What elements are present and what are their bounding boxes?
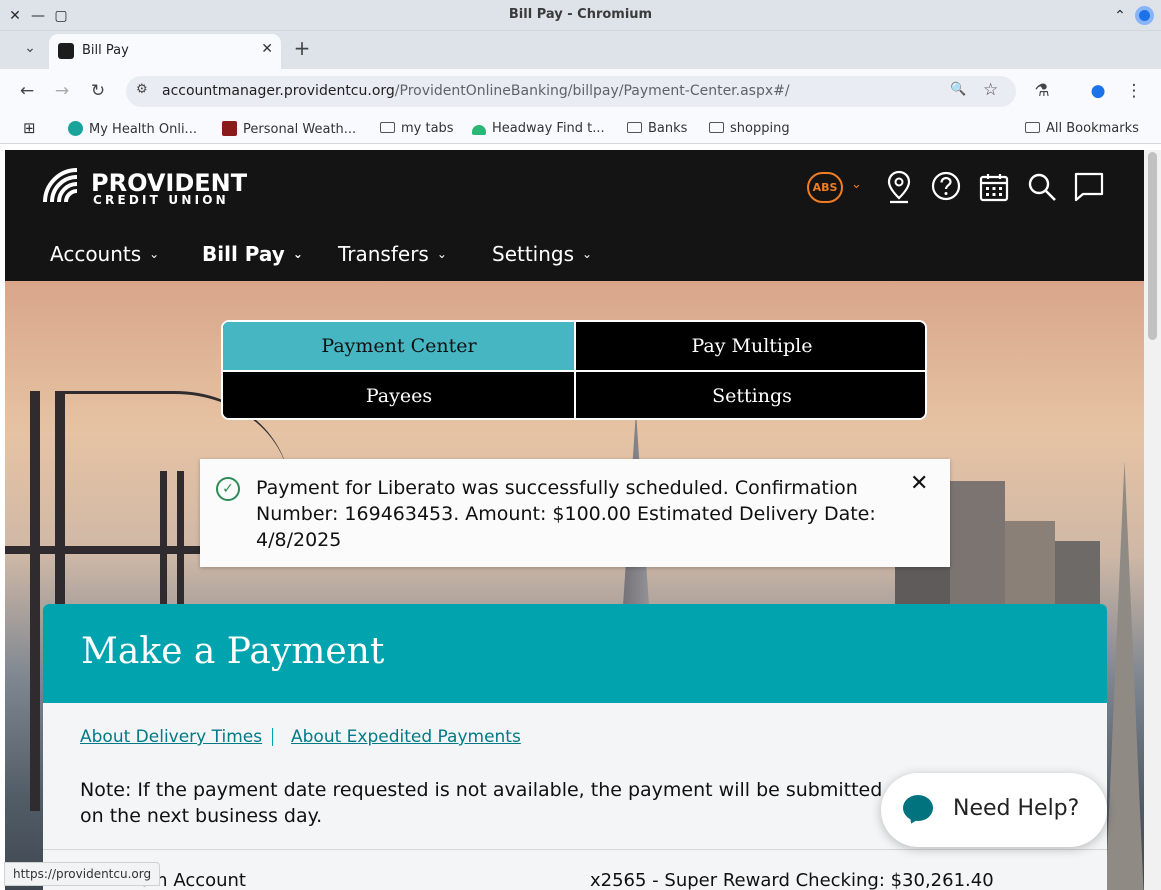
link-divider bbox=[272, 728, 273, 746]
headway-icon bbox=[472, 125, 486, 135]
all-bookmarks-label: All Bookmarks bbox=[1046, 121, 1139, 136]
folder-icon bbox=[709, 122, 724, 133]
skyline-pyramid bbox=[1105, 461, 1144, 890]
url-text[interactable]: accountmanager.providentcu.org/Provident… bbox=[162, 83, 790, 99]
user-initials-badge[interactable]: ABS bbox=[807, 172, 843, 203]
tab-payment-center[interactable]: Payment Center bbox=[223, 322, 575, 371]
site-info-icon[interactable]: ⚙ bbox=[136, 82, 148, 97]
back-icon[interactable]: ← bbox=[16, 80, 38, 102]
bookmark-headway[interactable]: Headway Find t... bbox=[472, 121, 605, 136]
card-divider bbox=[43, 849, 1107, 850]
browser-toolbar: ← → ↻ ⚙ accountmanager.providentcu.org/P… bbox=[0, 69, 1161, 114]
tab-list-icon[interactable]: ⌄ bbox=[19, 37, 41, 59]
site-header: PROVIDENT CREDIT UNION ABS ⌄ Accounts ⌄ … bbox=[5, 150, 1144, 281]
bookmark-my-health[interactable]: My Health Onli... bbox=[68, 121, 197, 137]
weather-icon bbox=[222, 121, 237, 136]
chat-message-icon[interactable] bbox=[1073, 171, 1105, 203]
bookmark-label: Banks bbox=[648, 121, 688, 136]
tab-close-icon[interactable]: ✕ bbox=[261, 41, 273, 57]
tab-title: Bill Pay bbox=[82, 43, 129, 58]
help-question-icon[interactable] bbox=[931, 171, 961, 201]
nav-label: Accounts bbox=[50, 242, 142, 266]
chevron-down-icon: ⌄ bbox=[436, 247, 447, 261]
chromium-logo-icon bbox=[1135, 6, 1154, 25]
address-bar[interactable]: ⚙ accountmanager.providentcu.org/Provide… bbox=[126, 76, 1016, 107]
provident-rainbow-icon bbox=[43, 168, 78, 203]
search-icon[interactable] bbox=[1027, 172, 1057, 202]
bridge-tower bbox=[30, 391, 40, 811]
card-header: Make a Payment bbox=[43, 604, 1107, 703]
about-expedited-payments-link[interactable]: About Expedited Payments bbox=[291, 727, 521, 747]
need-help-label: Need Help? bbox=[953, 796, 1080, 821]
nav-transfers[interactable]: Transfers ⌄ bbox=[338, 242, 447, 266]
chevron-down-icon: ⌄ bbox=[149, 247, 160, 261]
chevron-down-icon: ⌄ bbox=[292, 247, 303, 261]
tab-payees[interactable]: Payees bbox=[223, 372, 575, 418]
page-scrollbar[interactable] bbox=[1144, 150, 1161, 890]
tab-bill-pay[interactable]: Bill Pay ✕ bbox=[49, 34, 281, 69]
browser-menu-icon[interactable]: ⋮ bbox=[1123, 80, 1145, 102]
tab-settings[interactable]: Settings bbox=[576, 372, 925, 418]
window-title: Bill Pay - Chromium bbox=[508, 7, 653, 22]
bookmark-label: Personal Weath... bbox=[243, 122, 357, 137]
all-bookmarks[interactable]: All Bookmarks bbox=[1025, 121, 1139, 136]
make-payment-card: Make a Payment About Delivery Times Abou… bbox=[43, 604, 1107, 890]
provident-logo[interactable]: PROVIDENT CREDIT UNION bbox=[43, 168, 258, 207]
calendar-icon[interactable] bbox=[979, 172, 1009, 202]
alert-close-icon[interactable]: ✕ bbox=[910, 471, 928, 496]
reload-icon[interactable]: ↻ bbox=[87, 80, 109, 102]
user-menu-chevron-down-icon[interactable]: ⌄ bbox=[851, 177, 862, 192]
from-account-select[interactable]: x2565 - Super Reward Checking: $30,261.4… bbox=[590, 870, 994, 890]
bookmark-folder-my-tabs[interactable]: my tabs bbox=[380, 121, 454, 136]
url-path: /ProvidentOnlineBanking/billpay/Payment-… bbox=[394, 83, 790, 99]
bookmark-star-icon[interactable]: ☆ bbox=[983, 80, 998, 100]
apps-grid-icon[interactable]: ⊞ bbox=[23, 119, 36, 137]
bookmark-folder-banks[interactable]: Banks bbox=[627, 121, 687, 136]
labs-icon[interactable]: ⚗ bbox=[1031, 80, 1053, 102]
bookmark-personal-weather[interactable]: Personal Weath... bbox=[222, 121, 356, 137]
health-icon bbox=[68, 121, 83, 136]
bill-pay-subnav: Payment Center Pay Multiple Payees Setti… bbox=[221, 320, 927, 420]
window-titlebar: ✕ — ▢ Bill Pay - Chromium ⌃ bbox=[0, 0, 1161, 31]
success-alert: ✓ Payment for Liberato was successfully … bbox=[200, 459, 950, 567]
forward-icon[interactable]: → bbox=[51, 80, 73, 102]
check-circle-icon: ✓ bbox=[216, 477, 240, 501]
bookmarks-bar: ⊞ My Health Onli... Personal Weath... my… bbox=[0, 114, 1161, 144]
alert-message: Payment for Liberato was successfully sc… bbox=[256, 477, 876, 551]
tab-pay-multiple[interactable]: Pay Multiple bbox=[576, 322, 925, 371]
bookmark-folder-shopping[interactable]: shopping bbox=[709, 121, 790, 136]
payment-date-note: Note: If the payment date requested is n… bbox=[80, 779, 883, 827]
new-tab-icon[interactable]: + bbox=[291, 37, 313, 59]
nav-settings[interactable]: Settings ⌄ bbox=[492, 242, 592, 266]
scrollbar-thumb[interactable] bbox=[1148, 152, 1157, 340]
folder-icon bbox=[1025, 122, 1040, 133]
location-pin-icon[interactable] bbox=[887, 170, 911, 204]
nav-bill-pay[interactable]: Bill Pay ⌄ bbox=[202, 242, 303, 266]
nav-label: Transfers bbox=[338, 242, 429, 266]
logo-subtitle: CREDIT UNION bbox=[93, 193, 229, 207]
nav-label: Settings bbox=[492, 242, 575, 266]
window-collapse-icon[interactable]: ⌃ bbox=[1110, 6, 1130, 26]
zoom-icon[interactable]: 🔍 bbox=[950, 82, 966, 97]
chevron-down-icon: ⌄ bbox=[582, 247, 593, 261]
bookmark-label: Headway Find t... bbox=[492, 121, 605, 136]
about-delivery-times-link[interactable]: About Delivery Times bbox=[80, 727, 262, 747]
subnav-divider bbox=[223, 370, 925, 372]
status-bar-url: https://providentcu.org bbox=[4, 862, 161, 886]
web-page: PROVIDENT CREDIT UNION ABS ⌄ Accounts ⌄ … bbox=[5, 150, 1144, 890]
nav-accounts[interactable]: Accounts ⌄ bbox=[50, 242, 159, 266]
need-help-button[interactable]: Need Help? bbox=[881, 773, 1107, 847]
profile-icon[interactable]: ● bbox=[1087, 80, 1109, 102]
folder-icon bbox=[380, 122, 395, 133]
bookmark-label: my tabs bbox=[401, 121, 454, 136]
bookmark-label: shopping bbox=[730, 121, 790, 136]
page-title: Make a Payment bbox=[81, 631, 385, 672]
bookmark-label: My Health Onli... bbox=[89, 122, 197, 137]
provident-favicon-icon bbox=[58, 43, 74, 59]
tab-strip: ⌄ Bill Pay ✕ + bbox=[0, 31, 1161, 69]
url-host: accountmanager.providentcu.org bbox=[162, 83, 395, 99]
folder-icon bbox=[627, 122, 642, 133]
nav-label: Bill Pay bbox=[202, 242, 285, 266]
